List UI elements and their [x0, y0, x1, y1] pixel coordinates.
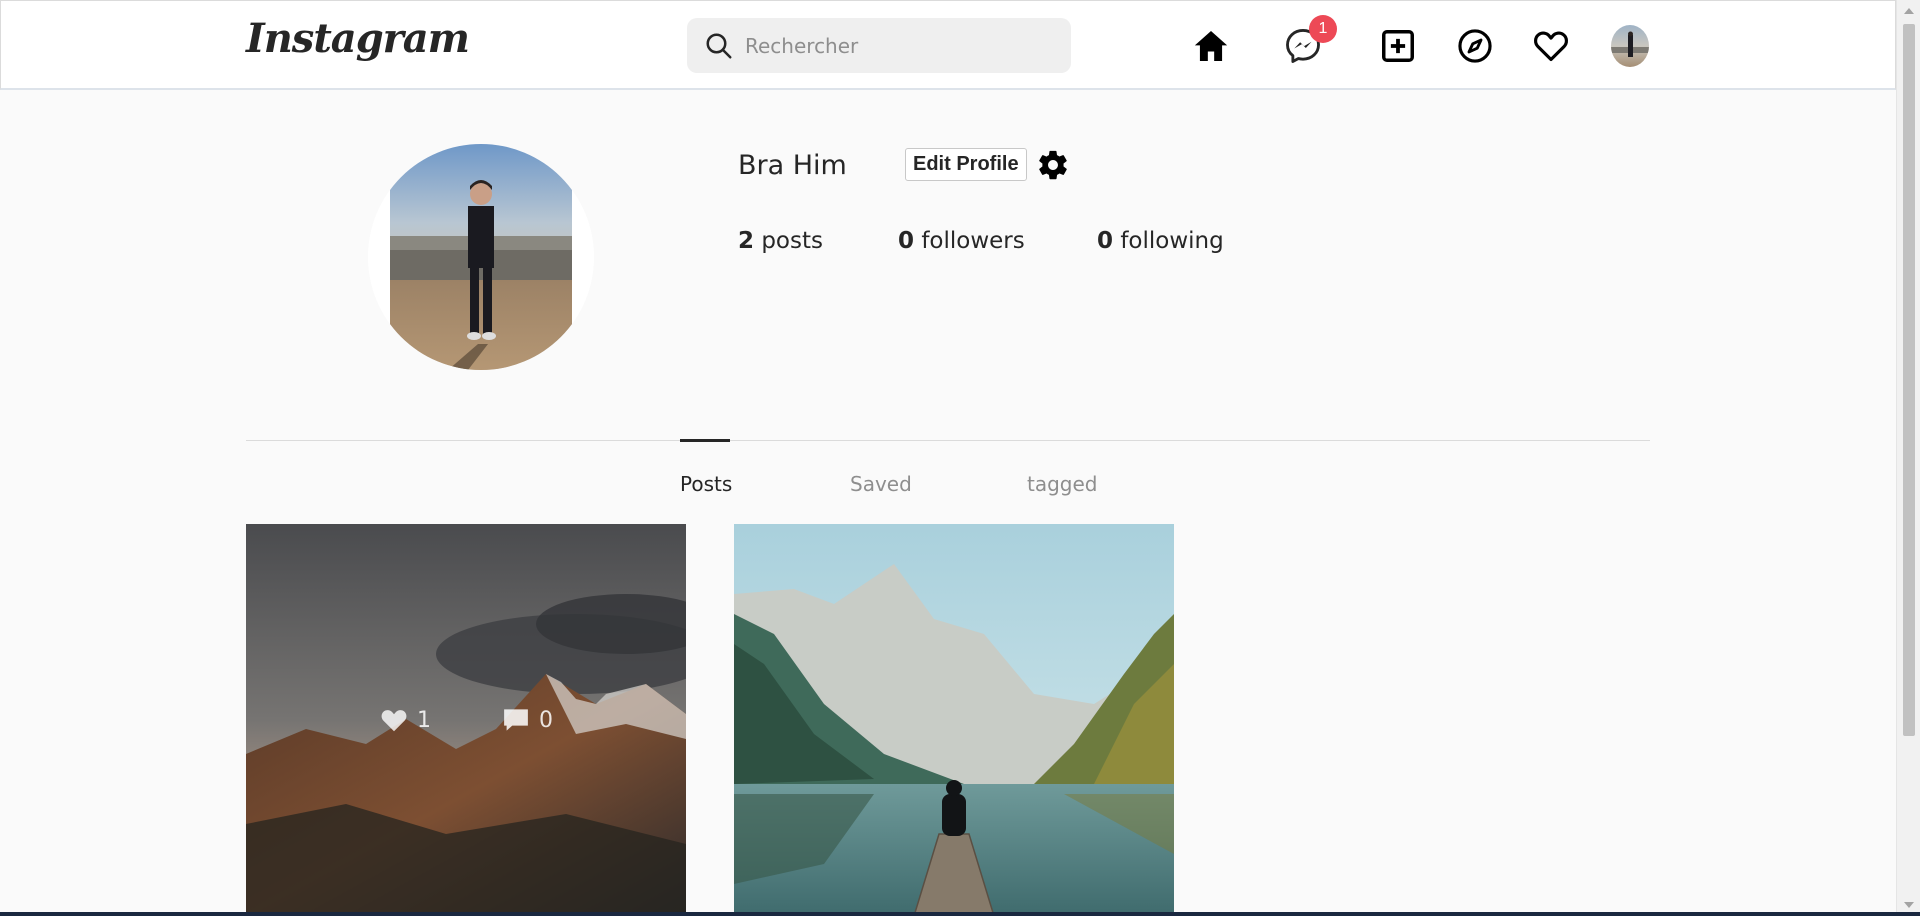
posts-stat: 2 posts — [738, 228, 823, 254]
active-tab-indicator — [680, 439, 730, 442]
search-bar[interactable] — [687, 18, 1071, 73]
post-comments-count: 0 — [539, 707, 553, 733]
post-thumbnail-1[interactable]: 1 0 — [246, 524, 686, 916]
tab-saved[interactable]: Saved — [850, 472, 912, 496]
following-stat[interactable]: 0 following — [1097, 228, 1224, 254]
followers-count: 0 — [898, 228, 915, 254]
vertical-scrollbar[interactable] — [1896, 0, 1920, 916]
tabs-divider — [246, 440, 1650, 441]
heart-icon — [381, 710, 407, 732]
search-icon — [706, 33, 732, 58]
posts-count: 2 — [738, 228, 755, 254]
scrollbar-thumb[interactable] — [1903, 24, 1915, 736]
home-icon[interactable] — [1192, 27, 1230, 65]
tab-tagged[interactable]: tagged — [1027, 472, 1098, 496]
post-likes: 1 — [379, 705, 431, 735]
messages-badge: 1 — [1309, 15, 1337, 43]
scroll-up-arrow-icon[interactable] — [1904, 8, 1914, 14]
post-likes-count: 1 — [417, 707, 431, 733]
taskbar-strip — [0, 912, 1920, 916]
post-stats-overlay: 1 0 — [246, 524, 686, 916]
comment-icon — [504, 709, 528, 731]
profile-username: Bra Him — [738, 150, 847, 181]
explore-icon[interactable] — [1456, 27, 1494, 65]
profile-picture[interactable] — [368, 144, 594, 370]
following-count: 0 — [1097, 228, 1114, 254]
post-thumbnail-2[interactable] — [734, 524, 1174, 916]
scroll-down-arrow-icon[interactable] — [1904, 902, 1914, 908]
edit-profile-button[interactable]: Edit Profile — [905, 148, 1027, 181]
post-comments: 0 — [501, 705, 553, 735]
tab-posts[interactable]: Posts — [680, 472, 732, 496]
instagram-logo[interactable]: Instagram — [246, 15, 470, 62]
following-label: following — [1120, 228, 1224, 254]
profile-avatar[interactable] — [1611, 25, 1649, 67]
top-navbar: Instagram 1 — [0, 0, 1896, 90]
new-post-icon[interactable] — [1379, 27, 1417, 65]
followers-label: followers — [921, 228, 1025, 254]
posts-label: posts — [761, 228, 823, 254]
search-input[interactable] — [745, 33, 1045, 58]
activity-heart-icon[interactable] — [1532, 27, 1570, 65]
followers-stat[interactable]: 0 followers — [898, 228, 1025, 254]
gear-icon[interactable] — [1036, 148, 1070, 182]
